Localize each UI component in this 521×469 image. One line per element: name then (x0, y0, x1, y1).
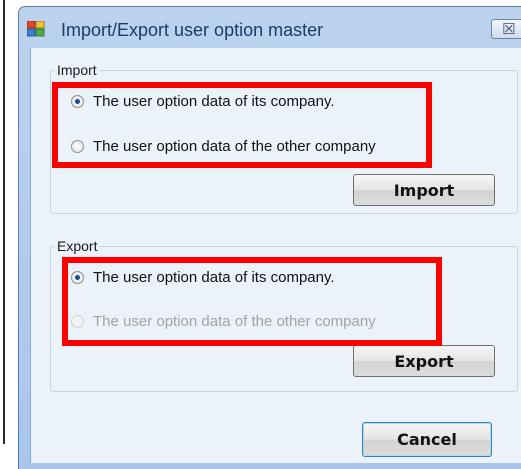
radio-indicator[interactable] (71, 140, 84, 153)
radio-label: The user option data of its company. (93, 93, 335, 110)
background-window-edge (0, 0, 10, 469)
dialog-window: Import/Export user option master ☒ Impor… (18, 6, 521, 469)
import-group-legend: Import (55, 62, 99, 78)
title-bar[interactable]: Import/Export user option master ☒ (19, 7, 521, 51)
export-button[interactable]: Export (353, 345, 495, 377)
radio-indicator[interactable] (71, 271, 84, 284)
radio-indicator[interactable] (71, 95, 84, 108)
export-own-company-radio[interactable]: The user option data of its company. (71, 269, 335, 286)
dialog-client-area: Import The user option data of its compa… (30, 48, 521, 463)
app-window-icon (27, 21, 45, 37)
import-button[interactable]: Import (353, 174, 495, 206)
window-title: Import/Export user option master (61, 20, 324, 40)
import-group: Import The user option data of its compa… (50, 62, 518, 214)
export-group: Export The user option data of its compa… (50, 238, 518, 392)
export-other-company-radio: The user option data of the other compan… (71, 313, 376, 330)
close-button[interactable]: ☒ (491, 19, 521, 39)
background-window-border (3, 0, 5, 444)
radio-label: The user option data of the other compan… (93, 313, 376, 330)
close-icon: ☒ (502, 21, 516, 38)
import-other-company-radio[interactable]: The user option data of the other compan… (71, 138, 376, 155)
radio-indicator (71, 315, 84, 328)
import-own-company-radio[interactable]: The user option data of its company. (71, 93, 335, 110)
export-group-legend: Export (55, 238, 100, 254)
radio-label: The user option data of its company. (93, 269, 335, 286)
radio-label: The user option data of the other compan… (93, 138, 376, 155)
cancel-button[interactable]: Cancel (362, 422, 492, 457)
